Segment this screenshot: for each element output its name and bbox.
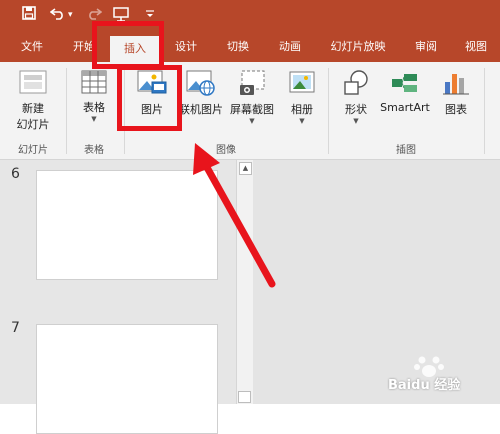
screenshot-label: 屏幕截图 — [230, 103, 274, 116]
chart-icon — [441, 68, 471, 98]
tab-design[interactable]: 设计 — [164, 31, 208, 62]
group-label-images: 图像 — [216, 145, 236, 156]
thumbnail-scrollbar[interactable]: ▲ — [236, 160, 253, 404]
tab-view[interactable]: 视图 — [454, 31, 498, 62]
chart-label: 图表 — [445, 103, 467, 116]
shapes-button[interactable]: 形状 ▼ — [336, 68, 376, 126]
online-picture-button[interactable]: 联机图片 — [176, 68, 226, 117]
slide-number: 7 — [11, 320, 20, 336]
picture-button-highlight — [117, 65, 182, 131]
scroll-thumb[interactable] — [238, 391, 251, 403]
smartart-button[interactable]: SmartArt — [378, 68, 432, 114]
scroll-up-icon[interactable]: ▲ — [239, 162, 252, 175]
ribbon: 新建 幻灯片 幻灯片 表格 ▼ 表格 图片 联机图片 屏幕截图 ▼ 相册 ▼ 图… — [0, 62, 500, 160]
photo-album-icon — [287, 68, 317, 98]
quick-access-toolbar: ▾ — [0, 0, 500, 31]
slide-thumbnail-pane: 6 7 — [0, 160, 236, 434]
save-icon[interactable] — [22, 6, 36, 25]
chart-button[interactable]: 图表 — [436, 68, 476, 117]
watermark-text: Baidu 经验 — [388, 378, 461, 393]
online-picture-label: 联机图片 — [179, 103, 223, 116]
photo-album-label: 相册 — [291, 103, 313, 116]
new-slide-label-line2: 幻灯片 — [16, 118, 50, 131]
new-slide-label-line1: 新建 — [22, 102, 44, 115]
insert-tab-highlight — [92, 21, 164, 69]
tab-slideshow[interactable]: 幻灯片放映 — [320, 31, 396, 62]
group-label-illustrations: 插图 — [396, 145, 416, 156]
screenshot-button[interactable]: 屏幕截图 ▼ — [226, 68, 278, 126]
chevron-down-icon: ▼ — [353, 117, 359, 125]
photo-album-button[interactable]: 相册 ▼ — [282, 68, 322, 126]
tab-review[interactable]: 审阅 — [404, 31, 448, 62]
online-picture-icon — [185, 68, 217, 98]
shapes-icon — [341, 68, 371, 98]
smartart-label: SmartArt — [380, 101, 430, 114]
tab-animations[interactable]: 动画 — [268, 31, 312, 62]
tab-transitions[interactable]: 切换 — [216, 31, 260, 62]
undo-icon[interactable] — [49, 6, 66, 25]
table-button[interactable]: 表格 ▼ — [72, 68, 116, 124]
chevron-down-icon: ▼ — [249, 117, 255, 125]
undo-dropdown-caret[interactable]: ▾ — [68, 6, 73, 24]
slide-thumbnail[interactable] — [36, 324, 218, 434]
shapes-label: 形状 — [345, 103, 367, 116]
screenshot-icon — [236, 68, 268, 98]
tab-file[interactable]: 文件 — [10, 31, 54, 62]
chevron-down-icon: ▼ — [91, 115, 97, 123]
table-icon — [80, 68, 108, 96]
table-label: 表格 — [83, 101, 105, 114]
slide-number: 6 — [11, 166, 20, 182]
group-label-slides: 幻灯片 — [18, 145, 48, 156]
slide-thumbnail[interactable] — [36, 170, 218, 280]
new-slide-icon — [16, 68, 50, 100]
smartart-icon — [389, 68, 421, 98]
new-slide-button[interactable]: 新建 幻灯片 — [6, 68, 60, 132]
ribbon-tabs: 文件 开始 插入 设计 切换 动画 幻灯片放映 审阅 视图 — [0, 31, 500, 62]
group-label-tables: 表格 — [84, 145, 104, 156]
watermark: Baidu 经验 — [388, 352, 492, 393]
chevron-down-icon: ▼ — [299, 117, 305, 125]
